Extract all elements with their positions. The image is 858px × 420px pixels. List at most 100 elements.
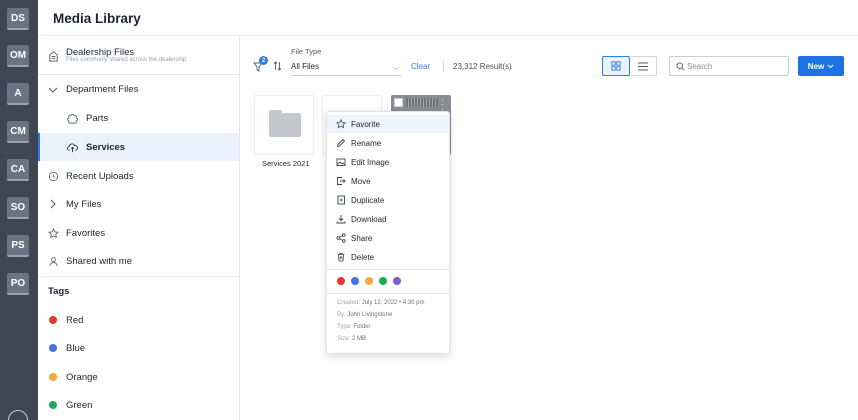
sidebar-item-shared-with-me[interactable]: Shared with me	[38, 247, 239, 275]
sidebar-item-label: Parts	[86, 113, 109, 124]
rail-button-ps[interactable]: PS	[7, 235, 29, 257]
sidebar-item-services[interactable]: Services	[38, 133, 239, 161]
building-icon	[47, 50, 59, 62]
meta-key: By:	[337, 312, 346, 318]
sidebar: Dealership Files Files commonly shared a…	[38, 36, 240, 420]
rail-button-ds[interactable]: DS	[7, 8, 29, 30]
tag-item-blue[interactable]: Blue	[38, 334, 239, 362]
sidebar-item-label: Services	[86, 142, 126, 153]
app-switcher-rail: DS OM A CM CA SO PS PO	[0, 0, 38, 420]
menu-item-edit-image[interactable]: Edit Image	[327, 153, 449, 171]
meta-value: 2 MB	[352, 336, 367, 342]
rail-button-ca[interactable]: CA	[7, 159, 29, 181]
menu-item-label: Share	[351, 233, 373, 243]
menu-item-favorite[interactable]: Favorite	[327, 115, 449, 133]
meta-value: July 12, 2022 • 4:30 pm	[361, 300, 425, 306]
sidebar-item-my-files[interactable]: My Files	[38, 190, 239, 218]
clock-icon	[47, 170, 59, 182]
meta-key: Type:	[337, 324, 352, 330]
list-icon	[638, 62, 648, 70]
meta-key: Created:	[337, 300, 361, 306]
meta-size: Size: 2 MB	[337, 336, 366, 342]
menu-item-label: Favorite	[351, 119, 380, 129]
toolbar: 2 File Type All Files ⌵ Clear 23,312 Res…	[240, 36, 858, 92]
color-swatch-blue[interactable]	[351, 277, 359, 285]
list-view-toggle[interactable]	[630, 56, 657, 76]
filter-count-badge: 2	[259, 56, 268, 65]
rail-button-cm[interactable]: CM	[7, 121, 29, 143]
color-swatch-purple[interactable]	[393, 277, 401, 285]
chevron-right-icon	[47, 198, 59, 210]
sidebar-item-favorites[interactable]: Favorites	[38, 219, 239, 247]
menu-item-rename[interactable]: Rename	[327, 134, 449, 152]
search-input[interactable]	[687, 60, 785, 72]
select-checkbox[interactable]	[394, 98, 403, 107]
menu-item-share[interactable]: Share	[327, 229, 449, 247]
tag-label: Orange	[66, 372, 98, 383]
chevron-down-icon	[827, 64, 834, 68]
search-field[interactable]	[669, 56, 789, 76]
tag-item-green[interactable]: Green	[38, 391, 239, 419]
menu-divider	[327, 269, 449, 270]
rail-button-om[interactable]: OM	[7, 45, 29, 67]
tag-color-dot	[49, 373, 57, 381]
search-icon	[676, 62, 685, 71]
sidebar-item-recent-uploads[interactable]: Recent Uploads	[38, 162, 239, 190]
sidebar-item-department-files[interactable]: Department Files	[38, 75, 239, 103]
file-type-label: File Type	[291, 47, 322, 56]
sidebar-item-label: Favorites	[66, 228, 106, 239]
tag-color-dot	[49, 401, 57, 409]
menu-item-duplicate[interactable]: Duplicate	[327, 191, 449, 209]
divider	[443, 61, 444, 72]
media-library-app: DS OM A CM CA SO PS PO Media Library Dea…	[0, 0, 858, 420]
menu-item-label: Edit Image	[351, 157, 390, 167]
clear-filters-link[interactable]: Clear	[411, 62, 430, 71]
rail-button-a[interactable]: A	[7, 83, 29, 105]
sidebar-item-dealership-files[interactable]: Dealership Files Files commonly shared a…	[38, 36, 239, 74]
filter-button[interactable]: 2	[253, 56, 268, 72]
tag-item-orange[interactable]: Orange	[38, 363, 239, 391]
help-icon[interactable]	[8, 410, 28, 420]
divider	[38, 276, 239, 277]
menu-item-move[interactable]: Move	[327, 172, 449, 190]
tags-heading: Tags	[48, 286, 70, 297]
menu-divider	[327, 293, 449, 294]
rail-button-so[interactable]: SO	[7, 197, 29, 219]
puzzle-icon	[66, 112, 78, 124]
meta-type: Type: Folder	[337, 324, 370, 330]
grid-icon	[611, 61, 621, 71]
tag-item-red[interactable]: Red	[38, 306, 239, 334]
menu-item-label: Duplicate	[351, 195, 385, 205]
chevron-down-icon: ⌵	[392, 63, 399, 72]
meta-value: Folder	[353, 324, 371, 330]
color-swatch-green[interactable]	[379, 277, 387, 285]
sidebar-item-parts[interactable]: Parts	[38, 104, 239, 132]
tag-label: Red	[66, 315, 84, 326]
color-swatch-orange[interactable]	[365, 277, 373, 285]
context-menu: Favorite Rename Edit Image Move Duplicat…	[326, 111, 450, 354]
new-button-label: New	[807, 61, 825, 71]
color-swatch-red[interactable]	[337, 277, 345, 285]
duplicate-icon	[336, 195, 346, 205]
file-tile-folder[interactable]	[254, 95, 314, 155]
share-icon	[336, 233, 346, 243]
menu-item-download[interactable]: Download	[327, 210, 449, 228]
menu-item-label: Move	[351, 176, 371, 186]
image-thumbnail	[406, 98, 438, 107]
meta-value: John Livingstone	[347, 312, 393, 318]
menu-item-delete[interactable]: Delete	[327, 248, 449, 266]
grid-view-toggle[interactable]	[602, 56, 630, 76]
menu-item-label: Delete	[351, 252, 375, 262]
download-icon	[336, 214, 346, 224]
sort-icon[interactable]	[273, 61, 282, 71]
rail-button-po[interactable]: PO	[7, 273, 29, 295]
tag-color-dot	[49, 316, 57, 324]
new-button[interactable]: New	[798, 56, 844, 76]
menu-item-label: Rename	[351, 138, 382, 148]
meta-by: By: John Livingstone	[337, 312, 392, 318]
file-tile-label: Services 2021	[262, 159, 310, 168]
chevron-down-icon	[47, 84, 59, 96]
page-title: Media Library	[53, 11, 141, 26]
more-options-icon[interactable]: · · ·	[441, 96, 444, 114]
file-type-select[interactable]: All Files ⌵	[291, 62, 401, 76]
